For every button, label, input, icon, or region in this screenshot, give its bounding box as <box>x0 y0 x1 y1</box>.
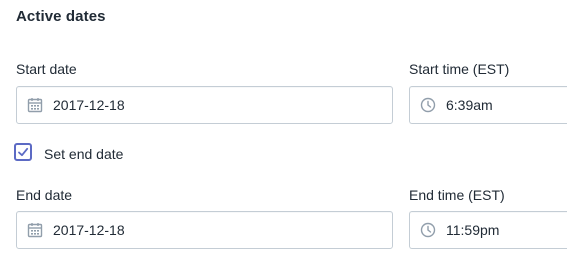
end-time-value: 11:59pm <box>446 222 500 238</box>
end-date-label: End date <box>16 187 73 203</box>
set-end-date-checkbox[interactable] <box>14 143 32 161</box>
end-time-input[interactable]: 11:59pm <box>409 211 567 249</box>
start-date-input[interactable]: 2017-12-18 <box>16 86 393 124</box>
start-time-input[interactable]: 6:39am <box>409 86 567 124</box>
end-time-label: End time (EST) <box>409 187 505 203</box>
clock-icon <box>419 96 437 114</box>
end-date-value: 2017-12-18 <box>53 222 125 238</box>
clock-icon <box>419 221 437 239</box>
calendar-icon <box>26 96 44 114</box>
start-time-value: 6:39am <box>446 97 493 113</box>
checkmark-icon <box>17 146 29 158</box>
start-date-label: Start date <box>16 61 77 77</box>
end-date-input[interactable]: 2017-12-18 <box>16 211 393 249</box>
section-title: Active dates <box>16 8 106 25</box>
start-time-label: Start time (EST) <box>409 61 510 77</box>
start-date-value: 2017-12-18 <box>53 97 125 113</box>
calendar-icon <box>26 221 44 239</box>
set-end-date-label[interactable]: Set end date <box>44 146 123 162</box>
